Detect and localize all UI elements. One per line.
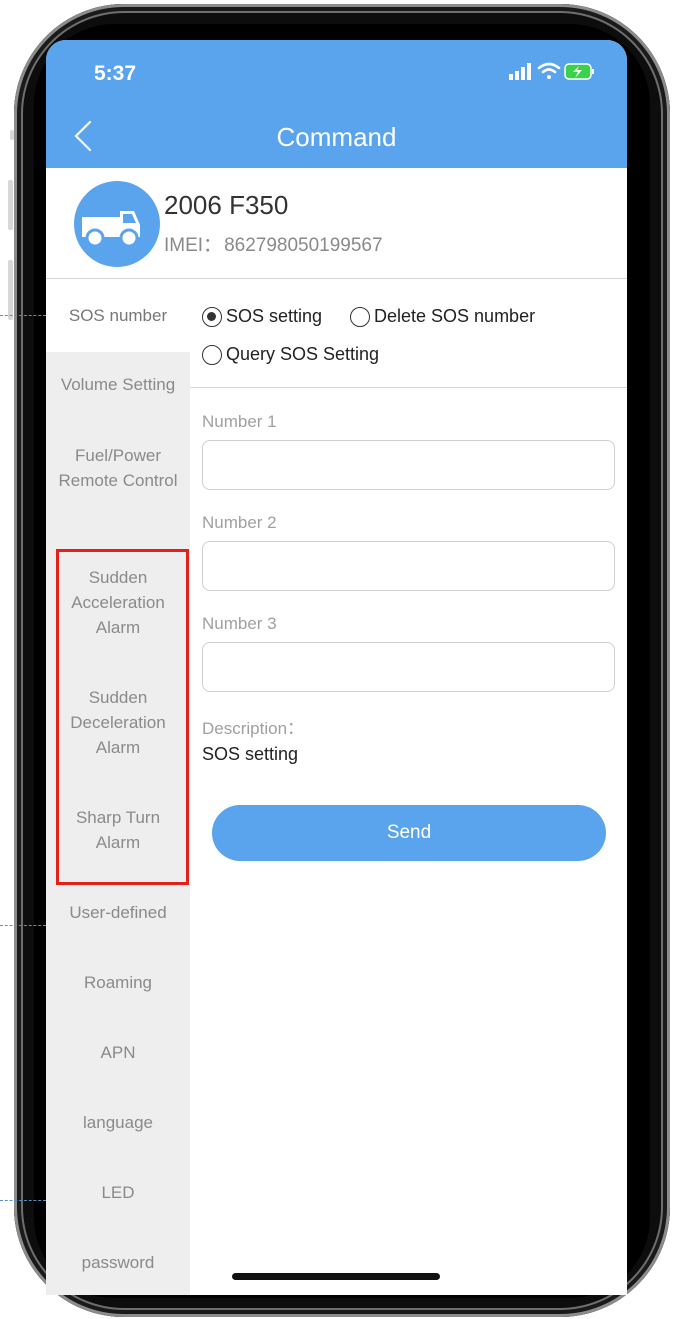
guide-line bbox=[0, 315, 46, 316]
sidebar-item-label: Roaming bbox=[83, 973, 153, 992]
description-label: Description： bbox=[202, 719, 305, 738]
number-1-input[interactable] bbox=[202, 440, 615, 490]
sidebar-item-volume-setting[interactable]: Volume Setting bbox=[46, 372, 190, 397]
sidebar-item-label: APN bbox=[100, 1043, 136, 1062]
page-title: Command bbox=[276, 122, 397, 152]
imei-label: IMEI： bbox=[164, 235, 223, 256]
truck-icon bbox=[82, 211, 140, 248]
sidebar-item-sos-number[interactable]: SOS number bbox=[46, 280, 190, 352]
sidebar-item-label: password bbox=[81, 1253, 155, 1272]
number-1-label: Number 1 bbox=[202, 412, 277, 431]
sidebar-item-apn[interactable]: APN bbox=[46, 1040, 190, 1065]
sidebar-item-led[interactable]: LED bbox=[46, 1180, 190, 1205]
sidebar-item-label: Fuel/Power Remote Control bbox=[58, 446, 178, 490]
device-header: 2006 F350 IMEI： 862798050199567 bbox=[46, 168, 627, 279]
truck-avatar bbox=[74, 181, 160, 267]
radio-unselected-icon bbox=[350, 306, 370, 327]
number-3-label: Number 3 bbox=[202, 614, 277, 633]
status-icons bbox=[509, 62, 594, 80]
guide-line bbox=[0, 925, 46, 926]
number-2-label: Number 2 bbox=[202, 513, 277, 532]
sidebar-item-password[interactable]: password bbox=[46, 1250, 190, 1275]
battery-charging-icon bbox=[564, 63, 594, 80]
sidebar-item-language[interactable]: language bbox=[46, 1110, 190, 1135]
sidebar-item-roaming[interactable]: Roaming bbox=[46, 970, 190, 995]
sidebar-item-label: LED bbox=[101, 1183, 135, 1202]
volume-down-button bbox=[8, 260, 13, 320]
phone-screen: 5:37 Command 2006 F350 IMEI： 86279805019… bbox=[46, 40, 627, 1295]
radio-delete-sos-number[interactable]: Delete SOS number bbox=[350, 306, 535, 327]
radio-label: Delete SOS number bbox=[374, 306, 536, 326]
app-bar: 5:37 Command bbox=[46, 40, 627, 168]
status-time: 5:37 bbox=[94, 62, 137, 85]
imei-text: IMEI： 862798050199567 bbox=[164, 230, 383, 257]
number-2-input[interactable] bbox=[202, 541, 615, 591]
sidebar-item-label: language bbox=[83, 1113, 153, 1132]
sidebar-item-label: SOS number bbox=[68, 306, 168, 325]
home-indicator[interactable] bbox=[232, 1273, 440, 1280]
sidebar-item-user-defined[interactable]: User-defined bbox=[46, 900, 190, 925]
sidebar-item-label: User-defined bbox=[69, 903, 167, 922]
sidebar-item-fuel-power[interactable]: Fuel/Power Remote Control bbox=[46, 443, 190, 493]
volume-up-button bbox=[8, 180, 13, 230]
radio-label: SOS setting bbox=[226, 306, 323, 326]
radio-unselected-icon bbox=[202, 344, 222, 365]
guide-line bbox=[0, 1200, 46, 1201]
number-3-input[interactable] bbox=[202, 642, 615, 692]
radio-selected-icon bbox=[202, 306, 222, 327]
radio-query-sos-setting[interactable]: Query SOS Setting bbox=[202, 344, 379, 365]
imei-value: 862798050199567 bbox=[224, 235, 383, 256]
send-button[interactable]: Send bbox=[212, 805, 606, 861]
highlight-box bbox=[56, 549, 189, 885]
sidebar-item-label: Volume Setting bbox=[60, 375, 176, 394]
options-divider bbox=[190, 387, 627, 388]
wifi-icon bbox=[537, 62, 561, 79]
description-value: SOS setting bbox=[202, 744, 299, 764]
device-name: 2006 F350 bbox=[164, 190, 289, 220]
radio-sos-setting[interactable]: SOS setting bbox=[202, 306, 322, 327]
radio-label: Query SOS Setting bbox=[226, 344, 380, 364]
signal-icon bbox=[509, 63, 531, 80]
